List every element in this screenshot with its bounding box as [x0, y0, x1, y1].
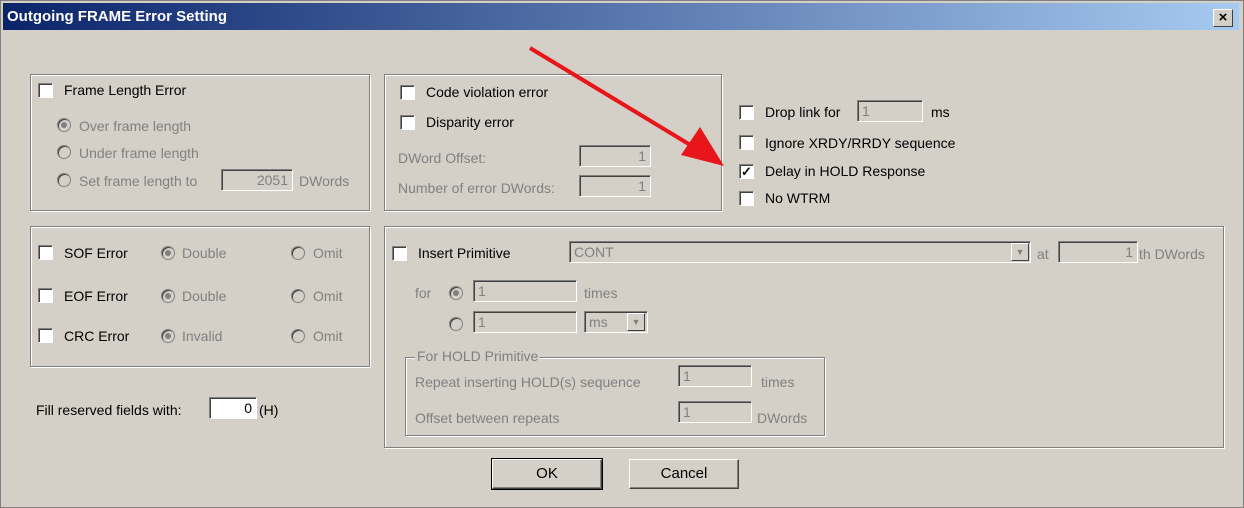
under-frame-length-radio[interactable]: [57, 145, 71, 159]
eof-double-radio[interactable]: [161, 289, 175, 303]
offset-repeats-label: Offset between repeats: [415, 410, 560, 426]
repeat-hold-unit: times: [761, 374, 795, 390]
primitive-dropdown-icon[interactable]: ▼: [1011, 243, 1029, 261]
times-label: times: [584, 285, 618, 301]
disparity-error-checkbox[interactable]: [400, 115, 415, 130]
over-frame-length-radio[interactable]: [57, 118, 71, 132]
sof-double-label: Double: [182, 245, 227, 261]
frame-length-input[interactable]: 2051: [221, 169, 293, 191]
cancel-button[interactable]: Cancel: [629, 459, 739, 489]
for-times-radio[interactable]: [449, 286, 463, 300]
for-time-radio[interactable]: [449, 317, 463, 331]
drop-link-label: Drop link for: [765, 104, 841, 120]
dword-offset-input[interactable]: 1: [579, 145, 651, 167]
disparity-error-label: Disparity error: [426, 114, 514, 130]
for-label: for: [415, 285, 432, 301]
time-input[interactable]: 1: [473, 311, 577, 333]
at-dword-unit: th DWords: [1139, 246, 1205, 262]
drop-link-input[interactable]: 1: [857, 100, 923, 122]
sof-omit-label: Omit: [313, 245, 343, 261]
delay-hold-response-label: Delay in HOLD Response: [765, 163, 926, 179]
drop-link-unit: ms: [931, 104, 950, 120]
set-frame-length-radio[interactable]: [57, 173, 71, 187]
time-unit-dropdown-icon[interactable]: ▼: [627, 313, 645, 331]
crc-invalid-radio[interactable]: [161, 329, 175, 343]
set-frame-length-label: Set frame length to: [79, 173, 198, 189]
code-violation-label: Code violation error: [426, 84, 549, 100]
title-bar: Outgoing FRAME Error Setting ×: [3, 3, 1239, 30]
frame-length-error-checkbox[interactable]: [38, 83, 53, 98]
offset-repeats-unit: DWords: [757, 410, 808, 426]
frame-length-error-label: Frame Length Error: [64, 82, 187, 98]
at-dword-input[interactable]: 1: [1058, 241, 1138, 263]
no-wtrm-checkbox[interactable]: [739, 191, 754, 206]
ignore-xrdy-rrdy-checkbox[interactable]: [739, 135, 754, 150]
primitive-select[interactable]: CONT: [569, 241, 1031, 263]
repeat-hold-input[interactable]: 1: [678, 365, 752, 387]
insert-primitive-label: Insert Primitive: [418, 245, 511, 261]
sof-omit-radio[interactable]: [291, 246, 305, 260]
eof-error-checkbox[interactable]: [38, 288, 53, 303]
crc-error-label: CRC Error: [64, 328, 130, 344]
crc-invalid-label: Invalid: [182, 328, 223, 344]
ok-button[interactable]: OK: [491, 458, 603, 490]
fill-reserved-unit: (H): [259, 402, 279, 418]
number-of-error-dwords-input[interactable]: 1: [579, 175, 651, 197]
outgoing-frame-error-dialog: Outgoing FRAME Error Setting × Frame Len…: [0, 0, 1244, 508]
ignore-xrdy-rrdy-label: Ignore XRDY/RRDY sequence: [765, 135, 956, 151]
eof-error-label: EOF Error: [64, 288, 128, 304]
frame-length-unit: DWords: [299, 173, 350, 189]
times-input[interactable]: 1: [473, 280, 577, 302]
window-title: Outgoing FRAME Error Setting: [7, 8, 227, 25]
eof-omit-label: Omit: [313, 288, 343, 304]
eof-double-label: Double: [182, 288, 227, 304]
hold-primitive-group-label: For HOLD Primitive: [415, 348, 541, 364]
delay-hold-response-checkbox[interactable]: ✓: [739, 164, 754, 179]
close-button[interactable]: ×: [1213, 9, 1233, 27]
eof-omit-radio[interactable]: [291, 289, 305, 303]
code-violation-checkbox[interactable]: [400, 85, 415, 100]
sof-error-checkbox[interactable]: [38, 245, 53, 260]
crc-omit-radio[interactable]: [291, 329, 305, 343]
insert-primitive-checkbox[interactable]: [392, 246, 407, 261]
dword-offset-label: DWord Offset:: [398, 150, 487, 166]
drop-link-checkbox[interactable]: [739, 105, 754, 120]
at-label: at: [1037, 246, 1049, 262]
sof-error-label: SOF Error: [64, 245, 128, 261]
no-wtrm-label: No WTRM: [765, 190, 831, 206]
sof-double-radio[interactable]: [161, 246, 175, 260]
crc-omit-label: Omit: [313, 328, 343, 344]
under-frame-length-label: Under frame length: [79, 145, 199, 161]
offset-repeats-input[interactable]: 1: [678, 401, 752, 423]
number-of-error-dwords-label: Number of error DWords:: [398, 180, 555, 196]
over-frame-length-label: Over frame length: [79, 118, 192, 134]
fill-reserved-input[interactable]: 0: [209, 397, 257, 419]
fill-reserved-label: Fill reserved fields with:: [36, 402, 182, 418]
repeat-hold-label: Repeat inserting HOLD(s) sequence: [415, 374, 641, 390]
crc-error-checkbox[interactable]: [38, 328, 53, 343]
